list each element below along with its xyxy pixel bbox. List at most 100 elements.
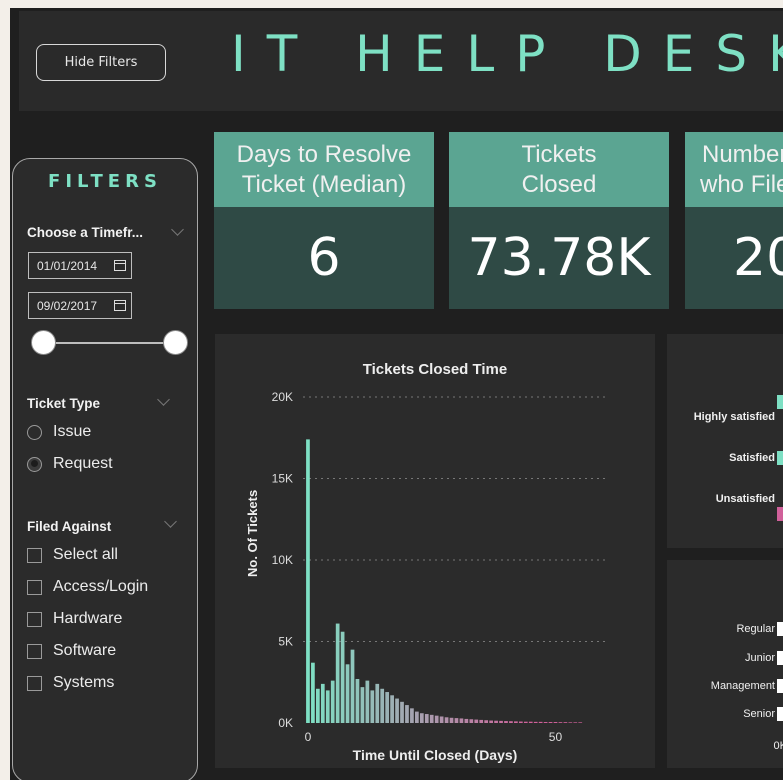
ticket-type-option-issue[interactable]: Issue <box>27 423 91 441</box>
bar[interactable] <box>365 680 370 723</box>
bar[interactable] <box>350 649 355 723</box>
radio-icon[interactable] <box>27 424 42 440</box>
bar[interactable] <box>405 705 409 723</box>
bar[interactable] <box>449 717 454 723</box>
date-range-end-handle[interactable] <box>163 330 188 355</box>
calendar-icon[interactable] <box>114 260 126 271</box>
bar[interactable] <box>415 711 419 723</box>
bar[interactable] <box>499 720 503 723</box>
bar[interactable] <box>410 708 414 723</box>
radio-selected-icon[interactable] <box>27 456 42 472</box>
start-date-value: 01/01/2014 <box>37 258 98 273</box>
y-tick-label: 15K <box>272 472 293 486</box>
bar[interactable] <box>528 721 533 723</box>
filed-against-option[interactable]: Access/Login <box>27 578 148 596</box>
kpi-label-line: Ticket (Median) <box>241 170 407 198</box>
bar[interactable] <box>335 623 340 723</box>
bar[interactable] <box>518 721 523 723</box>
bar[interactable] <box>424 714 429 723</box>
kpi-label-line: Days to Resolve <box>236 140 412 168</box>
bar[interactable] <box>439 716 444 723</box>
chevron-down-icon[interactable] <box>164 515 177 528</box>
bar[interactable] <box>578 722 583 723</box>
bar[interactable] <box>538 721 543 723</box>
satisfaction-bar[interactable] <box>777 451 783 465</box>
bar[interactable] <box>474 719 479 723</box>
bar[interactable] <box>355 678 360 723</box>
bar[interactable] <box>509 721 513 723</box>
filed-against-option[interactable]: Systems <box>27 674 114 692</box>
start-date-input[interactable]: 01/01/2014 <box>28 252 132 279</box>
bar[interactable] <box>548 722 553 723</box>
satisfaction-bar[interactable] <box>777 395 783 409</box>
chart-plot: 0K 5K 10K 15K 20K 0 50 <box>272 390 605 744</box>
bar[interactable] <box>494 720 498 723</box>
bar[interactable] <box>484 720 489 723</box>
bar[interactable] <box>325 690 330 723</box>
bar[interactable] <box>429 714 434 723</box>
seniority-bar[interactable] <box>777 679 783 693</box>
bar[interactable] <box>568 722 573 723</box>
hide-filters-button[interactable]: Hide Filters <box>36 44 166 81</box>
bar[interactable] <box>345 664 350 723</box>
filters-panel: FILTERS Choose a Timefr... 01/01/2014 09… <box>12 158 198 780</box>
bar[interactable] <box>563 722 568 723</box>
date-range-start-handle[interactable] <box>31 330 56 355</box>
checkbox-icon[interactable] <box>27 643 42 659</box>
checkbox-icon[interactable] <box>27 675 42 691</box>
bar[interactable] <box>479 719 484 723</box>
bar[interactable] <box>454 718 459 723</box>
calendar-icon[interactable] <box>114 300 126 311</box>
bar[interactable] <box>340 631 345 723</box>
bar[interactable] <box>558 722 563 723</box>
bar[interactable] <box>370 690 375 723</box>
bar[interactable] <box>459 718 464 723</box>
ticket-type-option-request[interactable]: Request <box>27 455 113 473</box>
bar[interactable] <box>400 701 404 723</box>
bar[interactable] <box>573 722 578 723</box>
bar[interactable] <box>504 721 508 723</box>
bar[interactable] <box>553 722 558 723</box>
seniority-bar[interactable] <box>777 651 783 665</box>
filed-against-option[interactable]: Software <box>27 642 116 660</box>
satisfaction-bar[interactable] <box>777 507 783 521</box>
option-label: Issue <box>53 423 92 440</box>
bar[interactable] <box>395 698 399 723</box>
bar[interactable] <box>523 721 528 723</box>
bar[interactable] <box>533 721 538 723</box>
end-date-input[interactable]: 09/02/2017 <box>28 292 132 319</box>
filed-against-option[interactable]: Select all <box>27 546 118 564</box>
seniority-bar[interactable] <box>777 622 783 636</box>
bar[interactable] <box>385 692 390 723</box>
bar[interactable] <box>514 721 518 723</box>
bar[interactable] <box>330 680 335 723</box>
checkbox-icon[interactable] <box>27 579 42 595</box>
bar[interactable] <box>419 713 424 723</box>
option-label: Select all <box>53 546 118 563</box>
bar[interactable] <box>311 662 315 723</box>
date-range-slider-track[interactable] <box>41 342 175 344</box>
chevron-down-icon[interactable] <box>157 393 170 406</box>
bar[interactable] <box>306 439 310 723</box>
bar[interactable] <box>380 688 385 723</box>
bar[interactable] <box>543 722 548 723</box>
bar[interactable] <box>390 695 394 723</box>
chevron-down-icon[interactable] <box>171 223 184 236</box>
seniority-label: Senior <box>743 708 775 720</box>
bar[interactable] <box>489 720 493 723</box>
kpi-label-line: Closed <box>521 170 597 198</box>
checkbox-icon[interactable] <box>27 547 42 563</box>
bar[interactable] <box>375 683 380 723</box>
bar[interactable] <box>464 718 469 723</box>
bar[interactable] <box>444 717 449 723</box>
seniority-axis-tick: 0K <box>773 740 783 752</box>
tickets-closed-time-chart: Tickets Closed Time No. Of Tickets 0K 5K 1… <box>215 334 655 768</box>
filed-against-option[interactable]: Hardware <box>27 610 122 628</box>
bar[interactable] <box>469 719 474 723</box>
seniority-bar[interactable] <box>777 707 783 721</box>
bar[interactable] <box>360 687 365 723</box>
checkbox-icon[interactable] <box>27 611 42 627</box>
bar[interactable] <box>320 683 325 723</box>
bar[interactable] <box>315 688 320 723</box>
bar[interactable] <box>434 715 439 723</box>
